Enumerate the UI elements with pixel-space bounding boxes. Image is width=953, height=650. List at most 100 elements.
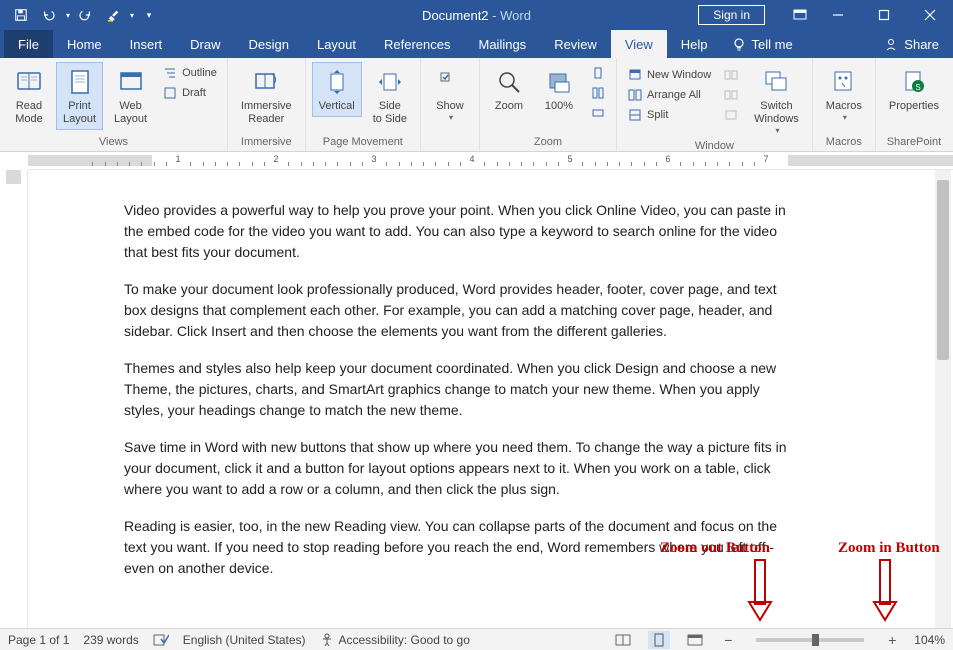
show-button[interactable]: Show ▾: [427, 62, 473, 127]
read-mode-button[interactable]: Read Mode: [6, 62, 52, 130]
new-window-label: New Window: [647, 69, 711, 81]
scroll-thumb[interactable]: [937, 180, 949, 360]
page-width-icon: [590, 105, 606, 121]
read-mode-icon: [13, 66, 45, 98]
zoom-100-button[interactable]: 100%: [536, 62, 582, 117]
group-views: Read Mode Print Layout Web Layout Outlin…: [0, 58, 228, 151]
properties-button[interactable]: S Properties: [882, 62, 946, 117]
highlight-button[interactable]: [100, 2, 126, 28]
save-button[interactable]: [8, 2, 34, 28]
side-to-side-button[interactable]: Side to Side: [366, 62, 414, 130]
tell-me[interactable]: Tell me: [722, 30, 803, 58]
immersive-group-label: Immersive: [234, 136, 299, 151]
macros-button[interactable]: Macros ▾: [819, 62, 869, 127]
tab-view[interactable]: View: [611, 30, 667, 58]
multiple-pages-icon: [590, 85, 606, 101]
ruler-number: 6: [665, 154, 670, 164]
properties-label: Properties: [889, 100, 939, 113]
svg-text:S: S: [915, 83, 920, 92]
close-button[interactable]: [907, 0, 953, 30]
vertical-icon: [321, 66, 353, 98]
tab-draw[interactable]: Draw: [176, 30, 234, 58]
document-area[interactable]: Video provides a powerful way to help yo…: [28, 170, 953, 628]
tab-review[interactable]: Review: [540, 30, 611, 58]
sync-scroll-icon: [723, 87, 739, 103]
paragraph[interactable]: To make your document look professionall…: [124, 279, 798, 342]
arrow-zoomin-icon: [870, 558, 900, 624]
draft-button[interactable]: Draft: [158, 84, 221, 102]
undo-button[interactable]: [36, 2, 62, 28]
accessibility-indicator[interactable]: Accessibility: Good to go: [320, 633, 470, 647]
status-bar: Page 1 of 1 239 words English (United St…: [0, 628, 953, 650]
ruler-number: 7: [763, 154, 768, 164]
tab-help[interactable]: Help: [667, 30, 722, 58]
minimize-button[interactable]: [815, 0, 861, 30]
split-button[interactable]: Split: [623, 106, 715, 124]
vertical-ruler[interactable]: [0, 170, 28, 628]
tab-insert[interactable]: Insert: [116, 30, 177, 58]
web-layout-button[interactable]: Web Layout: [107, 62, 154, 130]
vertical-label: Vertical: [319, 100, 355, 113]
outline-button[interactable]: Outline: [158, 64, 221, 82]
read-mode-label: Read Mode: [15, 100, 43, 126]
tab-layout[interactable]: Layout: [303, 30, 370, 58]
ribbon: Read Mode Print Layout Web Layout Outlin…: [0, 58, 953, 152]
switch-windows-button[interactable]: Switch Windows ▾: [747, 62, 806, 140]
side-by-side-icon: [723, 67, 739, 83]
draft-label: Draft: [182, 87, 206, 99]
switch-windows-label: Switch Windows: [754, 100, 799, 126]
reset-position-button[interactable]: [719, 106, 743, 124]
view-side-by-side-button[interactable]: [719, 66, 743, 84]
print-layout-view-button[interactable]: [648, 631, 670, 649]
sync-scroll-button[interactable]: [719, 86, 743, 104]
spell-check[interactable]: [153, 633, 169, 647]
sharepoint-group-label: SharePoint: [882, 136, 946, 151]
vertical-button[interactable]: Vertical: [312, 62, 362, 117]
word-count[interactable]: 239 words: [83, 633, 138, 647]
page-indicator[interactable]: Page 1 of 1: [8, 633, 69, 647]
split-label: Split: [647, 109, 668, 121]
share-button[interactable]: Share: [870, 30, 953, 58]
zoom-out-button[interactable]: −: [720, 632, 736, 648]
multiple-pages-button[interactable]: [586, 84, 610, 102]
paragraph[interactable]: Video provides a powerful way to help yo…: [124, 200, 798, 263]
signin-button[interactable]: Sign in: [698, 5, 765, 25]
tab-mailings[interactable]: Mailings: [465, 30, 541, 58]
paragraph[interactable]: Themes and styles also help keep your do…: [124, 358, 798, 421]
zoom-slider[interactable]: [756, 638, 864, 642]
ruler-number: 2: [273, 154, 278, 164]
group-immersive: Immersive Reader Immersive: [228, 58, 306, 151]
ribbon-tabs: File Home Insert Draw Design Layout Refe…: [0, 30, 953, 58]
arrange-all-button[interactable]: Arrange All: [623, 86, 715, 104]
ruler-number: 3: [371, 154, 376, 164]
share-icon: [884, 37, 898, 51]
language-indicator[interactable]: English (United States): [183, 633, 306, 647]
print-layout-button[interactable]: Print Layout: [56, 62, 103, 130]
tab-references[interactable]: References: [370, 30, 464, 58]
zoom-level[interactable]: 104%: [914, 633, 945, 647]
web-layout-view-button[interactable]: [684, 631, 706, 649]
tab-design[interactable]: Design: [235, 30, 303, 58]
tab-file[interactable]: File: [4, 30, 53, 58]
redo-button[interactable]: [72, 2, 98, 28]
window-title: Document2 - Word: [422, 8, 531, 23]
qat-customize[interactable]: ▾: [136, 2, 162, 28]
one-page-button[interactable]: [586, 64, 610, 82]
zoom-button[interactable]: Zoom: [486, 62, 532, 117]
page-width-button[interactable]: [586, 104, 610, 122]
immersive-reader-button[interactable]: Immersive Reader: [234, 62, 299, 130]
page-movement-group-label: Page Movement: [312, 136, 414, 151]
maximize-button[interactable]: [861, 0, 907, 30]
zoom-slider-thumb[interactable]: [812, 634, 819, 646]
vertical-scrollbar[interactable]: [935, 170, 951, 628]
read-mode-view-button[interactable]: [612, 631, 634, 649]
horizontal-ruler[interactable]: 1234567: [28, 152, 953, 170]
ribbon-display-options[interactable]: [785, 9, 815, 21]
tab-home[interactable]: Home: [53, 30, 116, 58]
group-show: Show ▾: [421, 58, 480, 151]
zoom-in-button[interactable]: +: [884, 632, 900, 648]
outline-label: Outline: [182, 67, 217, 79]
paragraph[interactable]: Save time in Word with new buttons that …: [124, 437, 798, 500]
new-window-button[interactable]: New Window: [623, 66, 715, 84]
annotation-zoomout: Zoom out Button: [660, 540, 770, 557]
